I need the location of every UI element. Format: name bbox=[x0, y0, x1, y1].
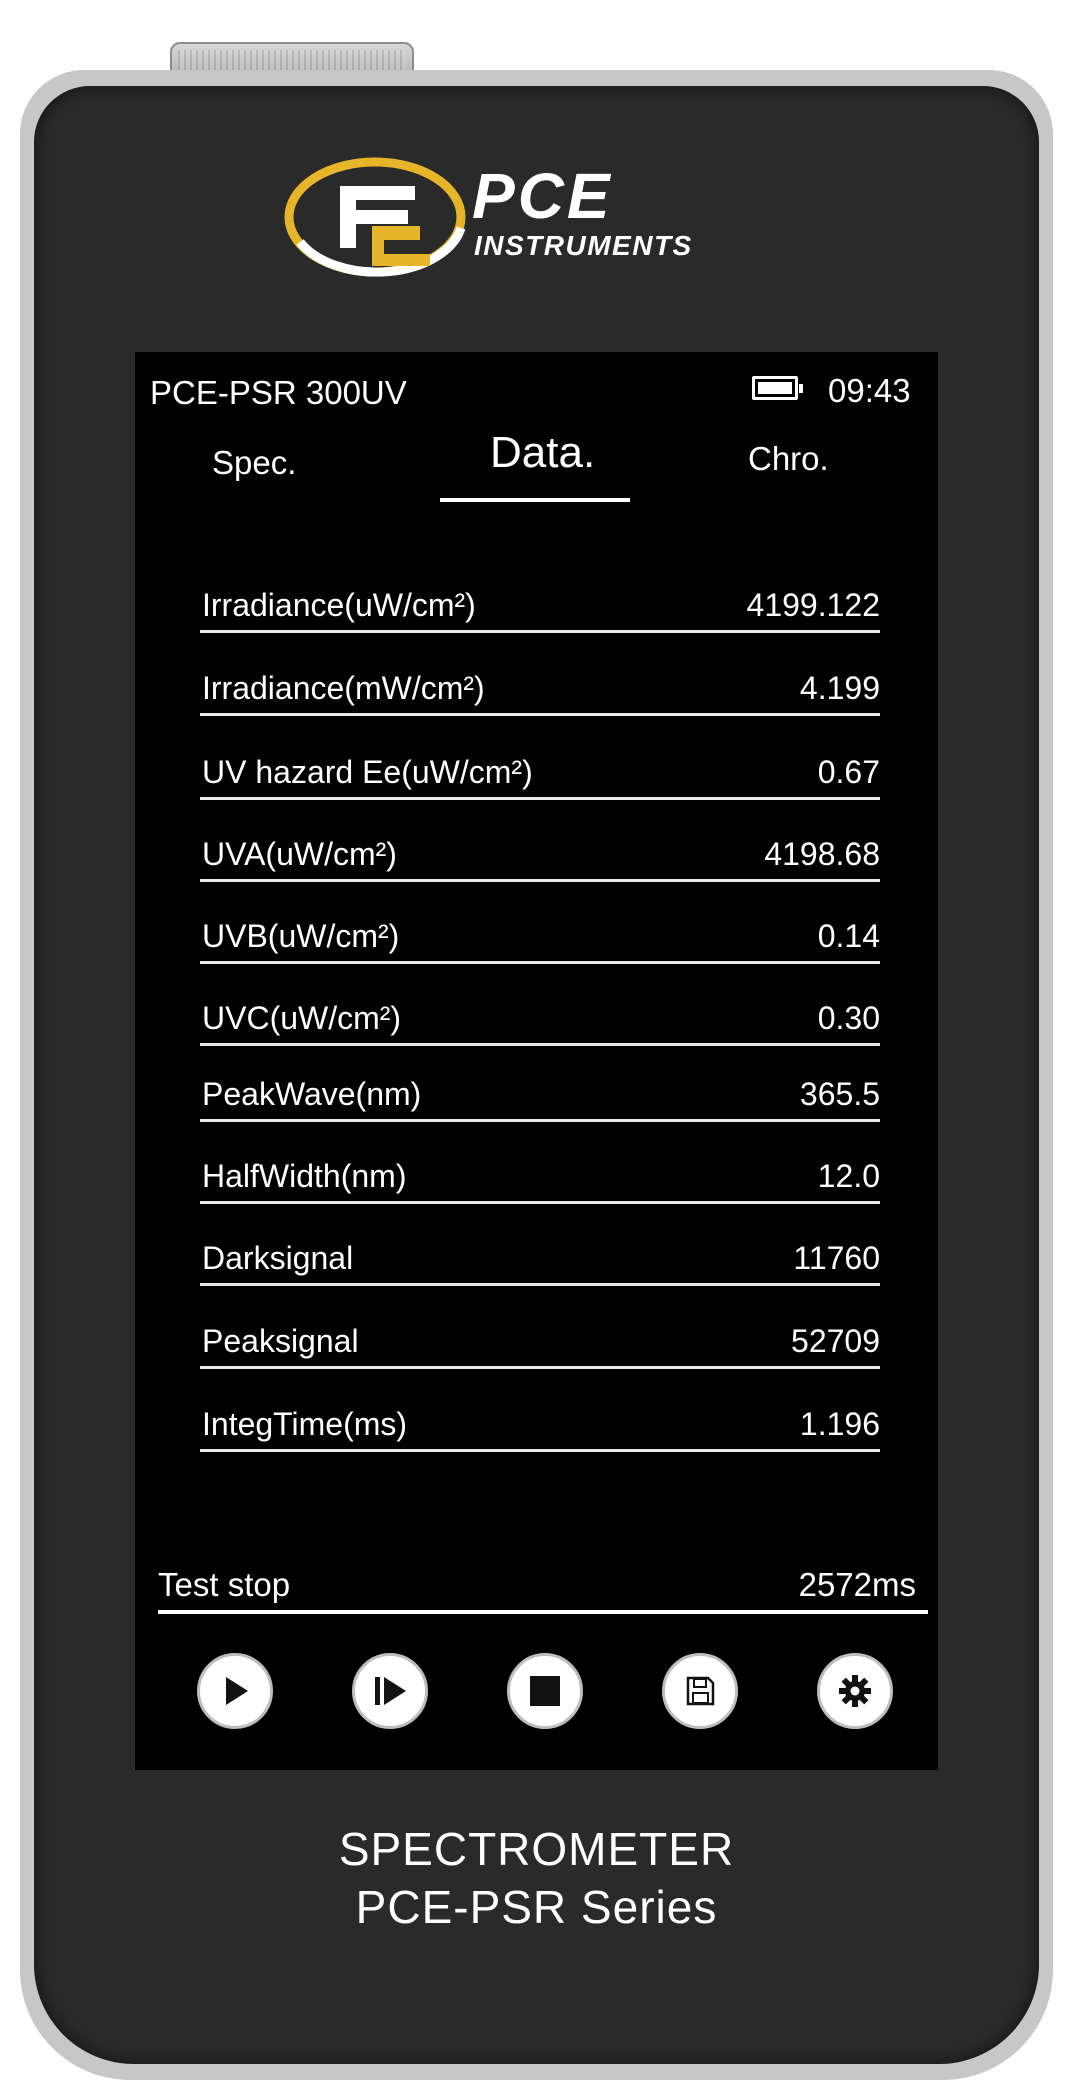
brand-logo: PCE INSTRUMENTS bbox=[280, 150, 760, 280]
brand-subtitle: INSTRUMENTS bbox=[474, 230, 693, 261]
brand-logo-mark bbox=[284, 157, 466, 277]
row-label: Irradiance(uW/cm²) bbox=[202, 587, 476, 623]
row-value: 11760 bbox=[793, 1240, 880, 1276]
row-label: Peaksignal bbox=[202, 1323, 359, 1359]
gear-icon bbox=[839, 1675, 871, 1707]
settings-button[interactable] bbox=[817, 1653, 893, 1729]
data-row-halfwidth: HalfWidth(nm) 12.0 bbox=[200, 1141, 880, 1204]
row-value: 4198.68 bbox=[764, 836, 880, 872]
clock: 09:43 bbox=[828, 372, 911, 409]
row-value: 365.5 bbox=[799, 1076, 880, 1112]
device-title-line2: PCE-PSR Series bbox=[355, 1881, 718, 1933]
row-label: UVC(uW/cm²) bbox=[202, 1000, 402, 1036]
tab-chro[interactable]: Chro. bbox=[748, 440, 829, 478]
data-row-uv-hazard: UV hazard Ee(uW/cm²) 0.67 bbox=[200, 737, 880, 800]
play-button[interactable] bbox=[197, 1653, 273, 1729]
device-title-line1: SPECTROMETER bbox=[338, 1823, 735, 1875]
row-label: HalfWidth(nm) bbox=[202, 1158, 407, 1194]
step-play-icon bbox=[375, 1677, 406, 1705]
row-label: UVB(uW/cm²) bbox=[202, 918, 400, 954]
row-label: Darksignal bbox=[202, 1240, 354, 1276]
save-button[interactable] bbox=[662, 1653, 738, 1729]
stop-icon bbox=[530, 1676, 560, 1706]
data-row-peakwave: PeakWave(nm) 365.5 bbox=[200, 1059, 880, 1122]
row-value: 1.196 bbox=[799, 1406, 880, 1442]
row-label: UVA(uW/cm²) bbox=[202, 836, 397, 872]
data-row-irradiance-uw: Irradiance(uW/cm²) 4199.122 bbox=[200, 570, 880, 633]
row-label: UV hazard Ee(uW/cm²) bbox=[202, 754, 533, 790]
row-value: 0.30 bbox=[817, 1000, 880, 1036]
status-time: 2572ms bbox=[798, 1566, 916, 1603]
data-row-irradiance-mw: Irradiance(mW/cm²) 4.199 bbox=[200, 653, 880, 716]
row-label: Irradiance(mW/cm²) bbox=[202, 670, 485, 706]
data-row-uvc: UVC(uW/cm²) 0.30 bbox=[200, 983, 880, 1046]
active-tab-indicator bbox=[440, 498, 630, 502]
row-value: 0.14 bbox=[817, 918, 880, 954]
row-label: PeakWave(nm) bbox=[202, 1076, 422, 1112]
row-value: 12.0 bbox=[817, 1158, 880, 1194]
row-label: IntegTime(ms) bbox=[202, 1406, 408, 1442]
model-name: PCE-PSR 300UV bbox=[150, 374, 407, 411]
tab-data[interactable]: Data. bbox=[490, 428, 595, 478]
battery-icon bbox=[752, 376, 803, 400]
status-bar: Test stop 2572ms bbox=[158, 1564, 928, 1614]
tab-spec[interactable]: Spec. bbox=[212, 444, 296, 482]
data-row-peaksignal: Peaksignal 52709 bbox=[200, 1306, 880, 1369]
data-row-uva: UVA(uW/cm²) 4198.68 bbox=[200, 819, 880, 882]
stop-button[interactable] bbox=[507, 1653, 583, 1729]
row-value: 0.67 bbox=[817, 754, 880, 790]
row-value: 4199.122 bbox=[746, 587, 880, 623]
battery-level bbox=[758, 382, 792, 394]
brand-name: PCE bbox=[472, 160, 613, 232]
row-value: 52709 bbox=[791, 1323, 880, 1359]
play-icon bbox=[226, 1677, 248, 1705]
device-screen: PCE-PSR 300UV 09:43 Spec. Data. Chro. Ir… bbox=[135, 352, 938, 1770]
status-text: Test stop bbox=[158, 1566, 291, 1603]
row-value: 4.199 bbox=[799, 670, 880, 706]
save-icon bbox=[686, 1676, 715, 1706]
step-play-button[interactable] bbox=[352, 1653, 428, 1729]
data-row-uvb: UVB(uW/cm²) 0.14 bbox=[200, 901, 880, 964]
data-row-darksignal: Darksignal 11760 bbox=[200, 1223, 880, 1286]
data-row-integtime: IntegTime(ms) 1.196 bbox=[200, 1389, 880, 1452]
